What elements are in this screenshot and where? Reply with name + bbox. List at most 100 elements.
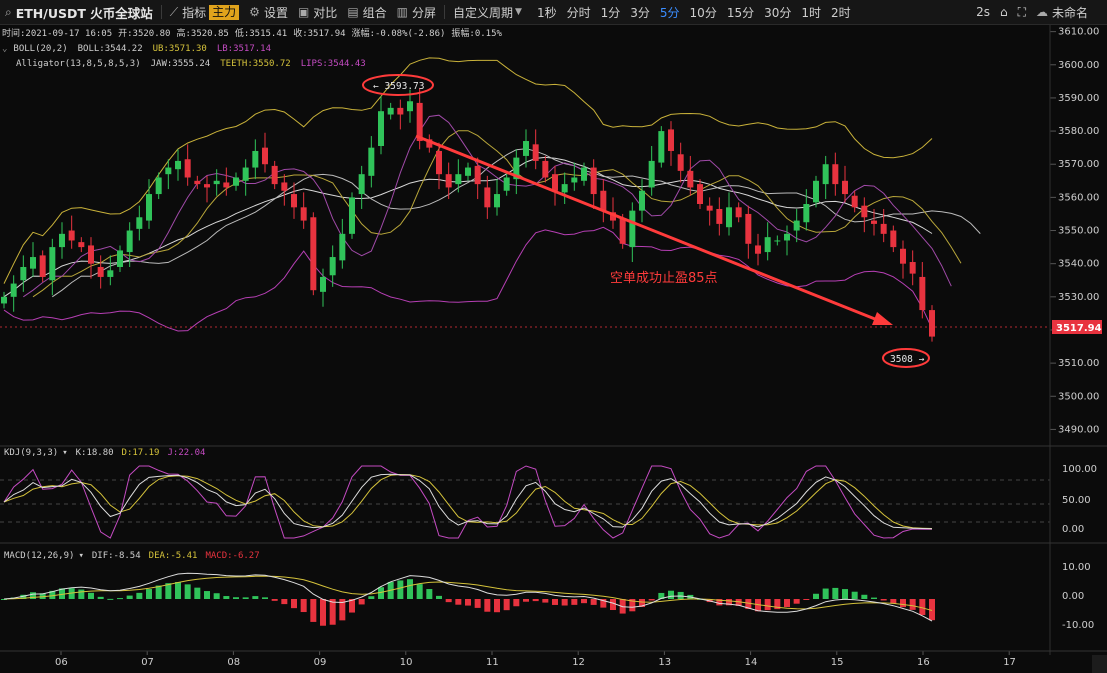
macd-histogram-bar — [793, 599, 800, 604]
time-tick-label: 17 — [1003, 657, 1016, 668]
combine-icon: ▤ — [347, 5, 359, 19]
macd-value: MACD:-6.27 — [205, 551, 259, 561]
toolbar-divider — [160, 5, 162, 19]
collapse-icon: ⌄ — [2, 44, 7, 54]
macd-histogram-bar — [329, 599, 336, 625]
candle-body — [78, 242, 85, 248]
macd-histogram-bar — [571, 599, 578, 605]
macd-histogram-bar — [184, 584, 191, 599]
macd-histogram-bar — [484, 599, 491, 612]
candle-body — [59, 233, 65, 248]
boll-mid: BOLL:3544.22 — [78, 44, 143, 54]
period-2[interactable]: 1分 — [596, 4, 626, 21]
cloud-icon: ☁ — [1035, 5, 1048, 19]
macd-histogram-bar — [474, 599, 481, 608]
period-9[interactable]: 2时 — [826, 4, 856, 21]
price-tick-label: 3490.00 — [1058, 424, 1099, 435]
macd-histogram-bar — [832, 587, 839, 599]
macd-histogram-bar — [880, 599, 887, 601]
symbol-label: ETH/USDT 火币全球站 — [15, 5, 153, 21]
period-list: 1秒 分时 1分 3分 5分 10分 15分 30分 1时 2时 — [527, 0, 861, 24]
macd-histogram-bar — [320, 599, 326, 626]
layout-name-button[interactable]: ☁ 未命名 — [1031, 0, 1093, 24]
candle-body — [465, 167, 471, 176]
candle-body — [10, 283, 17, 297]
period-8[interactable]: 1时 — [796, 4, 826, 21]
macd-histogram-bar — [223, 596, 230, 599]
price-tick-label: 3590.00 — [1058, 93, 1099, 104]
price-tick-label: 3510.00 — [1058, 358, 1099, 369]
period-4[interactable]: 5分 — [655, 4, 685, 21]
screenshot-button[interactable]: ⌂ — [995, 0, 1013, 24]
candle-body — [387, 107, 394, 115]
kdj-legend[interactable]: KDJ(9,3,3) ▾ K:18.80 D:17.19 J:22.04 — [4, 448, 205, 458]
settings-button[interactable]: ⚙ 设置 — [244, 0, 293, 24]
candle-body — [445, 174, 452, 188]
macd-legend[interactable]: MACD(12,26,9) ▾ DIF:-8.54 DEA:-5.41 MACD:-6.… — [4, 551, 260, 561]
split-screen-button[interactable]: ▥ 分屏 — [392, 0, 441, 24]
main-force-badge[interactable]: 主力 — [209, 4, 240, 20]
refresh-interval[interactable]: 2s — [971, 0, 995, 24]
combine-button[interactable]: ▤ 组合 — [342, 0, 391, 24]
period-7[interactable]: 30分 — [759, 4, 796, 21]
candle-body — [784, 233, 790, 241]
chart-canvas[interactable]: 3490.003500.003510.003520.003530.003540.… — [0, 25, 1107, 673]
macd-histogram-bar — [233, 597, 239, 599]
macd-histogram-bar — [581, 599, 587, 604]
top-toolbar: ⌕ ETH/USDT 火币全球站 ⟋ 指标 主力 ⚙ 设置 ▣ 对比 ▤ 组合 ▥ 分屏 自定… — [0, 0, 1107, 25]
period-6[interactable]: 15分 — [722, 4, 759, 21]
compare-button[interactable]: ▣ 对比 — [293, 0, 342, 24]
macd-histogram-bar — [281, 599, 288, 605]
candle-body — [184, 159, 191, 178]
boll-legend[interactable]: ⌄ BOLL(20,2) BOLL:3544.22 UB:3571.30 LB:3517… — [2, 44, 271, 54]
candle-body — [20, 266, 27, 281]
period-5[interactable]: 10分 — [685, 4, 722, 21]
custom-period-button[interactable]: 自定义周期 ▼ — [448, 0, 527, 24]
candle-body — [155, 177, 162, 195]
candle-body — [861, 205, 868, 218]
macd-histogram-bar — [813, 593, 819, 599]
candle-body — [68, 230, 75, 241]
candle-body — [136, 217, 143, 229]
price-tick-label: 3530.00 — [1058, 292, 1099, 303]
candle-body — [919, 276, 926, 311]
fullscreen-button[interactable]: ⛶ — [1013, 0, 1031, 24]
alligator-legend[interactable]: Alligator(13,8,5,8,5,3) JAW:3555.24 TEETH:… — [16, 59, 366, 69]
candle-body — [706, 205, 713, 211]
kdj-d: D:17.19 — [122, 448, 160, 458]
candle-body — [368, 147, 375, 176]
candle-body — [310, 217, 317, 291]
chart-area[interactable]: 3490.003500.003510.003520.003530.003540.… — [0, 25, 1107, 673]
info-open: 开:3520.80 — [118, 28, 170, 39]
candle-body — [358, 174, 365, 195]
macd-histogram-bar — [561, 599, 568, 606]
candle-body — [851, 195, 858, 208]
candle-body — [793, 220, 800, 231]
macd-histogram-bar — [445, 599, 452, 603]
candle-body — [697, 184, 703, 205]
indicators-button[interactable]: ⟋ 指标 主力 — [165, 0, 244, 24]
period-3[interactable]: 3分 — [625, 4, 655, 21]
price-tick-label: 3550.00 — [1058, 226, 1099, 237]
macd-tick-label: 10.00 — [1062, 562, 1091, 573]
candle-body — [900, 248, 906, 264]
period-0[interactable]: 1秒 — [532, 4, 562, 21]
candle-body — [165, 167, 172, 175]
period-1[interactable]: 分时 — [562, 4, 596, 21]
macd-histogram-bar — [204, 591, 210, 599]
candle-body — [126, 230, 133, 253]
macd-histogram-bar — [242, 597, 249, 599]
last-price-value: 3517.94 — [1056, 323, 1102, 334]
symbol-selector[interactable]: ⌕ ETH/USDT 火币全球站 — [0, 0, 158, 24]
custom-period-label: 自定义周期 — [453, 5, 514, 20]
candle-body — [233, 177, 239, 186]
indicators-label: 指标 — [182, 5, 207, 20]
macd-histogram-bar — [668, 590, 674, 599]
macd-histogram-bar — [97, 596, 104, 599]
info-low: 低:3515.41 — [235, 27, 287, 39]
candle-body — [909, 262, 916, 274]
candle-body — [194, 180, 201, 185]
candle-body — [813, 180, 819, 203]
candle-body — [339, 233, 346, 261]
macd-histogram-bar — [677, 591, 684, 599]
